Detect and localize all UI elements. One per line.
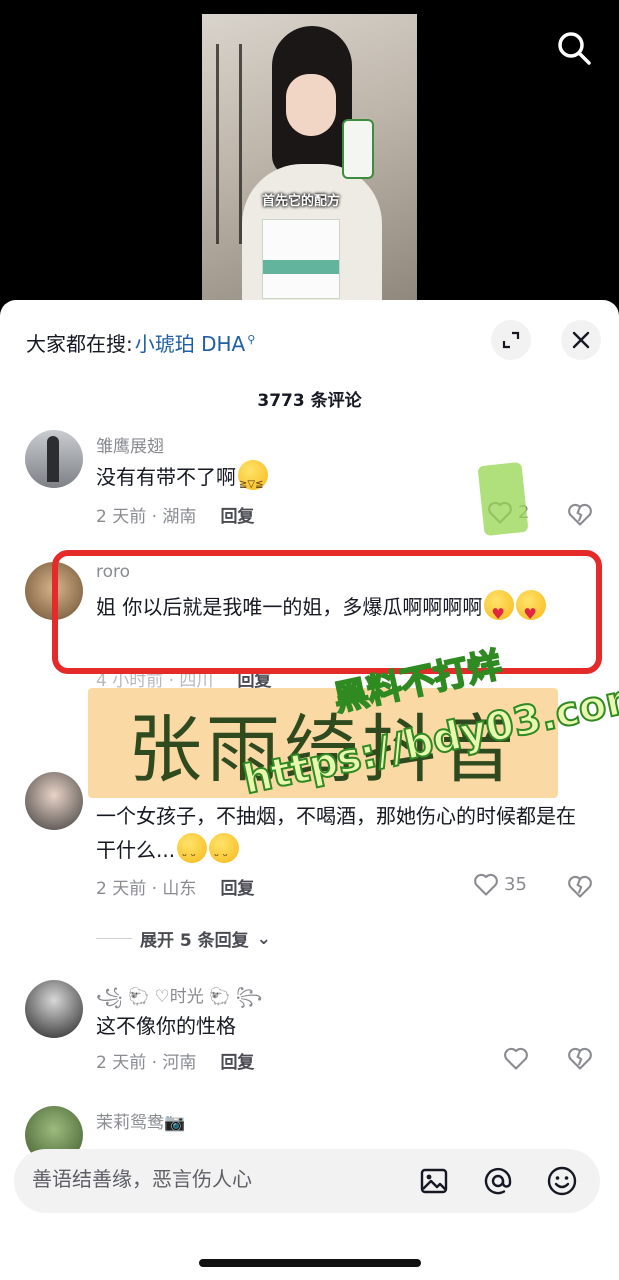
avatar[interactable] <box>25 430 83 488</box>
comment-text-content: 一个女孩子，不抽烟，不喝酒，那她伤心的时候都是在干什么... <box>96 804 576 862</box>
heart-icon <box>474 873 498 896</box>
search-icon[interactable] <box>556 30 592 66</box>
comment-text-content: 没有有带不了啊 <box>96 465 236 489</box>
trending-search-prefix: 大家都在搜: <box>26 332 133 356</box>
avatar[interactable] <box>25 980 83 1038</box>
expand-button[interactable] <box>491 320 531 360</box>
heart-icon <box>504 1047 528 1070</box>
comment-count: 3773 条评论 <box>257 391 362 411</box>
expand-replies-label: 展开 5 条回复 <box>140 931 249 951</box>
product-box <box>262 219 340 299</box>
reply-button[interactable]: 回复 <box>220 879 254 899</box>
close-icon <box>572 331 590 349</box>
small-search-icon: ⚲ <box>247 333 256 346</box>
video-area[interactable]: 首先它的配方 <box>0 0 619 310</box>
person-face <box>286 74 336 136</box>
video-frame[interactable]: 首先它的配方 <box>202 14 417 304</box>
comment-time-location: 2 天前 · 湖南 <box>96 507 197 527</box>
dislike-button[interactable] <box>566 872 594 904</box>
comment-meta: 2 天前 · 山东 回复 <box>96 874 254 899</box>
trending-search-keyword[interactable]: 小琥珀 DHA <box>135 328 245 357</box>
chevron-down-icon: ⌄ <box>256 928 271 949</box>
dislike-button[interactable] <box>566 1044 594 1076</box>
broken-heart-icon <box>568 503 592 526</box>
comment-time-location: 2 天前 · 河南 <box>96 1053 197 1073</box>
comment-text-content: 这不像你的性格 <box>96 1014 236 1038</box>
at-icon[interactable] <box>480 1163 516 1199</box>
expand-icon <box>502 331 520 349</box>
dislike-button[interactable] <box>566 500 594 532</box>
green-sticker <box>477 461 529 537</box>
laughing-emoji-icon <box>238 460 268 501</box>
comment-username[interactable]: 茉莉鸳鸯📷 <box>96 1108 185 1133</box>
home-indicator[interactable] <box>199 1259 421 1267</box>
supplement-bottle <box>342 119 374 179</box>
like-button[interactable]: 35 <box>472 870 527 898</box>
product-box-stripe <box>263 260 339 274</box>
video-caption: 首先它的配方 <box>262 194 341 209</box>
comment-sheet: 大家都在搜: 小琥珀 DHA ⚲ 3773 条评论 雏鹰展翅 没有有带不了啊 2… <box>0 300 619 1280</box>
comment-meta: 2 天前 · 河南 回复 <box>96 1048 254 1073</box>
close-button[interactable] <box>561 320 601 360</box>
comment-text: 这不像你的性格 <box>96 1010 596 1043</box>
comment-text: 一个女孩子，不抽烟，不喝酒，那她伤心的时候都是在干什么... <box>96 800 586 873</box>
pleading-emoji-icon <box>209 833 240 873</box>
comment-username[interactable]: 雏鹰展翅 <box>96 432 164 457</box>
highlight-box <box>52 550 602 674</box>
divider <box>96 938 132 939</box>
like-count: 35 <box>504 873 527 895</box>
avatar[interactable] <box>25 772 83 830</box>
pleading-emoji-icon <box>177 833 208 873</box>
broken-heart-icon <box>568 1047 592 1070</box>
broken-heart-icon <box>568 875 592 898</box>
image-icon[interactable] <box>416 1163 452 1199</box>
comment-meta: 2 天前 · 湖南 回复 <box>96 502 254 527</box>
trending-search[interactable]: 大家都在搜: 小琥珀 DHA ⚲ <box>26 328 255 357</box>
floor-lamp <box>216 44 242 244</box>
like-button[interactable] <box>502 1044 530 1072</box>
comment-input[interactable] <box>32 1167 392 1191</box>
expand-replies-button[interactable]: 展开 5 条回复 ⌄ <box>96 926 271 951</box>
reply-button[interactable]: 回复 <box>220 507 254 527</box>
comment-input-bar <box>14 1149 600 1213</box>
emoji-icon[interactable] <box>544 1163 580 1199</box>
reply-button[interactable]: 回复 <box>220 1053 254 1073</box>
comment-time-location: 2 天前 · 山东 <box>96 879 197 899</box>
